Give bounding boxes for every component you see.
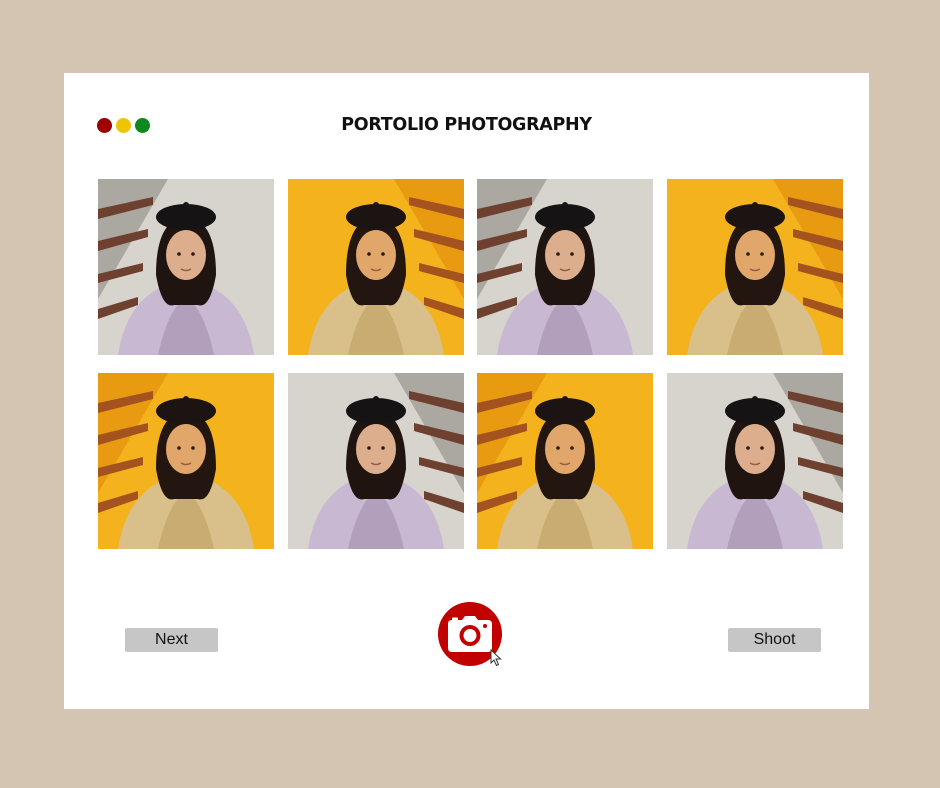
portrait-image [477, 179, 654, 355]
photo-gallery [98, 179, 844, 549]
gallery-photo-8[interactable] [667, 373, 844, 549]
shoot-button[interactable]: Shoot [728, 628, 821, 652]
gallery-photo-1[interactable] [98, 179, 274, 355]
gallery-photo-2[interactable] [287, 179, 464, 355]
portrait-image [667, 373, 844, 549]
portrait-image [477, 373, 654, 549]
mouse-pointer-icon [490, 649, 502, 667]
next-button[interactable]: Next [125, 628, 218, 652]
portfolio-window: PORTOLIO PHOTOGRAPHY Next Shoot [64, 73, 869, 709]
page-title: PORTOLIO PHOTOGRAPHY [341, 115, 592, 135]
gallery-photo-7[interactable] [477, 373, 654, 549]
gallery-photo-4[interactable] [667, 179, 844, 355]
portrait-image [98, 179, 274, 355]
gallery-photo-3[interactable] [477, 179, 654, 355]
portrait-image [98, 373, 274, 549]
portrait-image [287, 179, 464, 355]
portrait-image [287, 373, 464, 549]
camera-icon [448, 616, 492, 652]
gallery-photo-6[interactable] [287, 373, 464, 549]
gallery-photo-5[interactable] [98, 373, 274, 549]
portrait-image [667, 179, 844, 355]
